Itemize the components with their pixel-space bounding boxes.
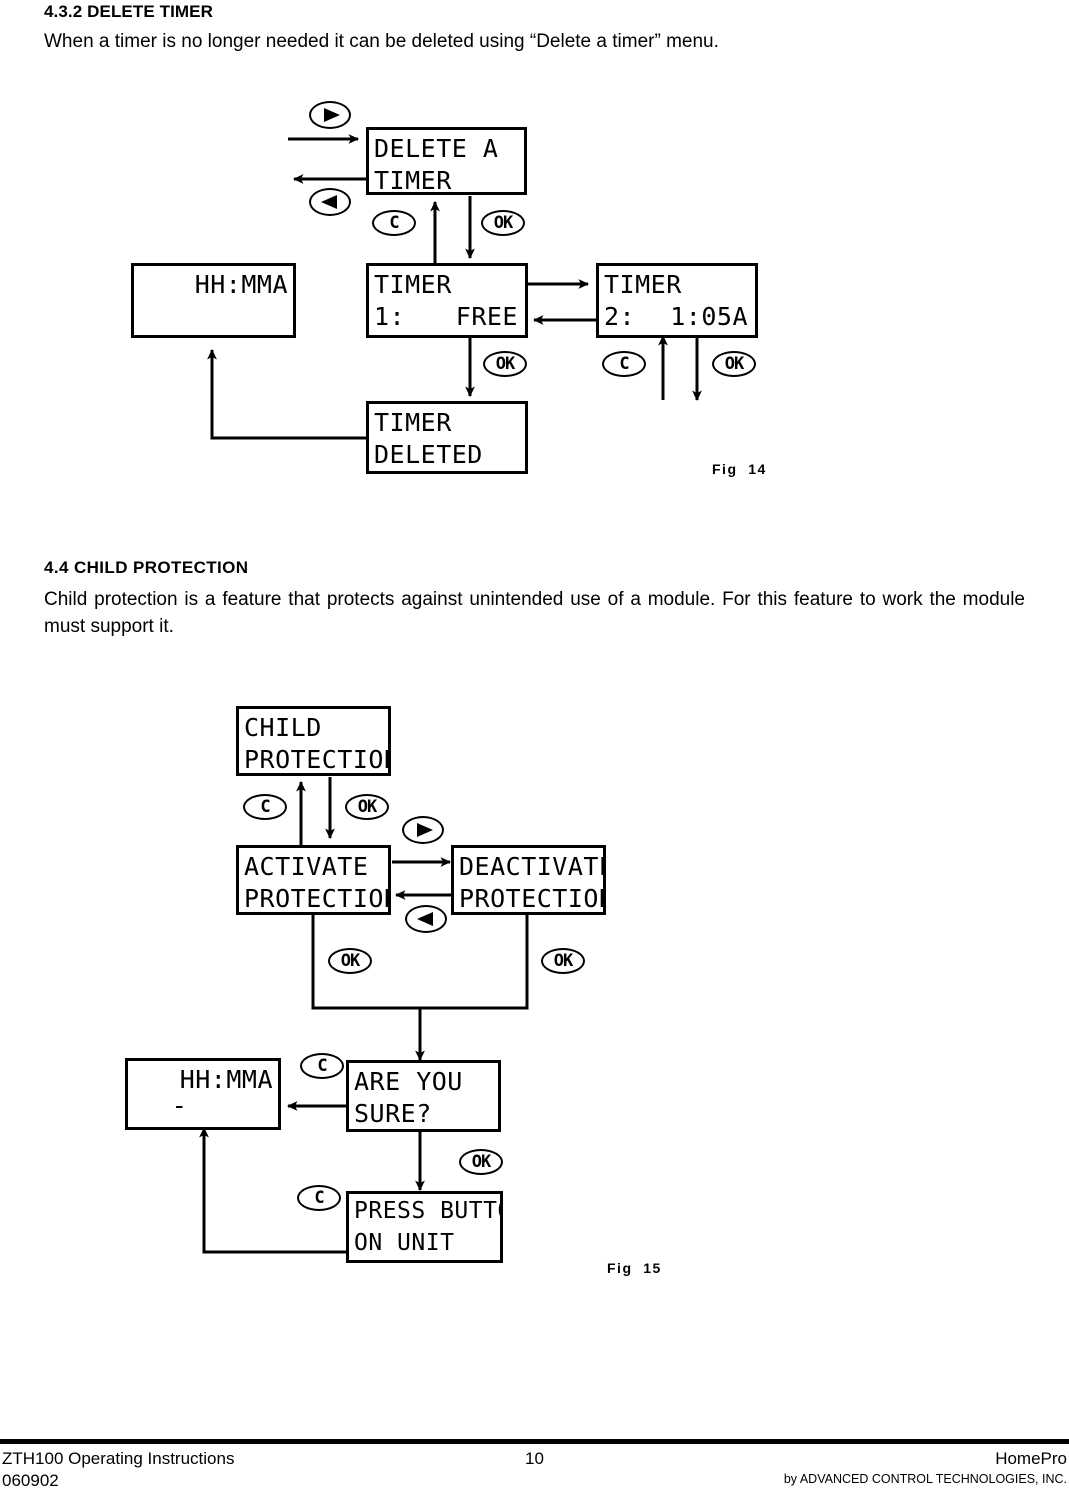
key-cancel-delete-menu[interactable]: C: [372, 210, 416, 236]
key-ok-timer1[interactable]: OK: [483, 351, 527, 377]
timer-value: 1:05A: [670, 302, 748, 331]
screen-clock-fig14: HH:MMA: [131, 263, 296, 338]
screen-deactivate-protection: DEACTIVATE PROTECTION: [451, 845, 606, 915]
screen-are-you-sure: ARE YOU SURE?: [346, 1060, 501, 1132]
footer-divider: [0, 1439, 1069, 1444]
timer-index: 1:: [374, 302, 406, 331]
key-label: OK: [553, 950, 574, 971]
key-label: C: [317, 1055, 327, 1076]
key-label: C: [389, 212, 399, 233]
key-ok-child-protection[interactable]: OK: [345, 794, 389, 820]
key-ok-delete-menu[interactable]: OK: [481, 210, 525, 236]
timer-index: 2:: [604, 302, 636, 331]
key-label: OK: [493, 212, 514, 233]
figure-delete-timer-flow: DELETE A TIMER HH:MMA TIMER 1: FREE TIME…: [0, 88, 1069, 498]
screen-line-2: PROTECTION: [244, 745, 391, 774]
figure-caption-15: Fig 15: [607, 1260, 662, 1276]
page-footer: ZTH100 Operating Instructions 060902 10 …: [0, 1448, 1069, 1492]
footer-brand: HomePro: [995, 1449, 1067, 1468]
screen-line-1: HH:MMA: [179, 1065, 273, 1094]
screen-line-1: TIMER: [374, 408, 452, 437]
section-paragraph-delete-timer: When a timer is no longer needed it can …: [44, 31, 719, 52]
arrow-left-icon: [320, 195, 337, 209]
key-label: OK: [357, 796, 378, 817]
arrow-right-icon: [416, 823, 433, 837]
section-heading-child-protection: 4.4 CHILD PROTECTION: [44, 558, 249, 577]
screen-line-1: HH:MMA: [194, 270, 288, 299]
screen-line-1: PRESS BUTTON: [354, 1198, 500, 1224]
screen-line-1: ACTIVATE: [244, 852, 369, 881]
screen-timer-deleted: TIMER DELETED: [366, 401, 528, 474]
arrow-left-icon: [416, 912, 433, 926]
screen-line-1: TIMER: [374, 270, 452, 299]
key-label: C: [260, 796, 270, 817]
footer-company: by ADVANCED CONTROL TECHNOLOGIES, INC.: [783, 1472, 1067, 1486]
key-label: OK: [471, 1151, 492, 1172]
figure-caption-14: Fig 14: [712, 461, 767, 477]
screen-line-1: DEACTIVATE: [459, 852, 606, 881]
key-label: OK: [724, 353, 745, 374]
screen-press-button-on-unit: PRESS BUTTON ON UNIT: [346, 1191, 503, 1263]
screen-line-2: PROTECTION: [244, 884, 391, 913]
screen-line-2: DELETED: [374, 440, 483, 469]
figure-child-protection-flow: CHILD PROTECTION ACTIVATE PROTECTION DEA…: [0, 690, 1069, 1290]
screen-line-2: TIMER: [374, 166, 452, 195]
screen-line-2: 2: 1:05A: [604, 304, 748, 329]
screen-line-2: SURE?: [354, 1099, 432, 1128]
section-heading-delete-timer: 4.3.2 DELETE TIMER: [44, 2, 214, 21]
key-nav-left-icon[interactable]: [309, 188, 351, 216]
key-cancel-child-protection[interactable]: C: [243, 794, 287, 820]
key-nav-left-protection-icon[interactable]: [405, 905, 447, 933]
timer-value: FREE: [455, 302, 518, 331]
screen-child-protection: CHILD PROTECTION: [236, 706, 391, 776]
screen-line-1: ARE YOU: [354, 1067, 463, 1096]
screen-line-2: ON UNIT: [354, 1230, 455, 1256]
key-cancel-timer2[interactable]: C: [602, 351, 646, 377]
key-label: OK: [495, 353, 516, 374]
footer-doc-date-code: 060902: [2, 1471, 59, 1490]
screen-line-1: TIMER: [604, 270, 682, 299]
screen-timer-1-free: TIMER 1: FREE: [366, 263, 528, 338]
key-cancel-press-button[interactable]: C: [297, 1185, 341, 1211]
key-nav-right-icon[interactable]: [309, 101, 351, 129]
screen-line-1: DELETE A: [374, 134, 499, 163]
key-label: OK: [340, 950, 361, 971]
key-ok-are-you-sure[interactable]: OK: [459, 1149, 503, 1175]
footer-brand-block: HomePro by ADVANCED CONTROL TECHNOLOGIES…: [784, 1448, 1067, 1488]
section-paragraph-child-protection: Child protection is a feature that prote…: [44, 589, 1025, 637]
arrow-right-icon: [323, 108, 340, 122]
figure-15-connectors: [199, 777, 529, 1254]
screen-line-2: -: [171, 1091, 188, 1120]
screen-clock-fig15: HH:MMA -: [125, 1058, 281, 1130]
key-ok-deactivate[interactable]: OK: [541, 948, 585, 974]
screen-line-2: 1: FREE: [374, 304, 518, 329]
key-cancel-are-you-sure[interactable]: C: [300, 1053, 344, 1079]
screen-timer-2-time: TIMER 2: 1:05A: [596, 263, 758, 338]
key-label: C: [314, 1187, 324, 1208]
screen-line-1: CHILD: [244, 713, 322, 742]
key-nav-right-protection-icon[interactable]: [402, 816, 444, 844]
screen-line-2: PROTECTION: [459, 884, 606, 913]
screen-activate-protection: ACTIVATE PROTECTION: [236, 845, 391, 915]
key-ok-timer2[interactable]: OK: [712, 351, 756, 377]
screen-delete-a-timer: DELETE A TIMER: [366, 127, 527, 195]
key-label: C: [619, 353, 629, 374]
key-ok-activate[interactable]: OK: [328, 948, 372, 974]
